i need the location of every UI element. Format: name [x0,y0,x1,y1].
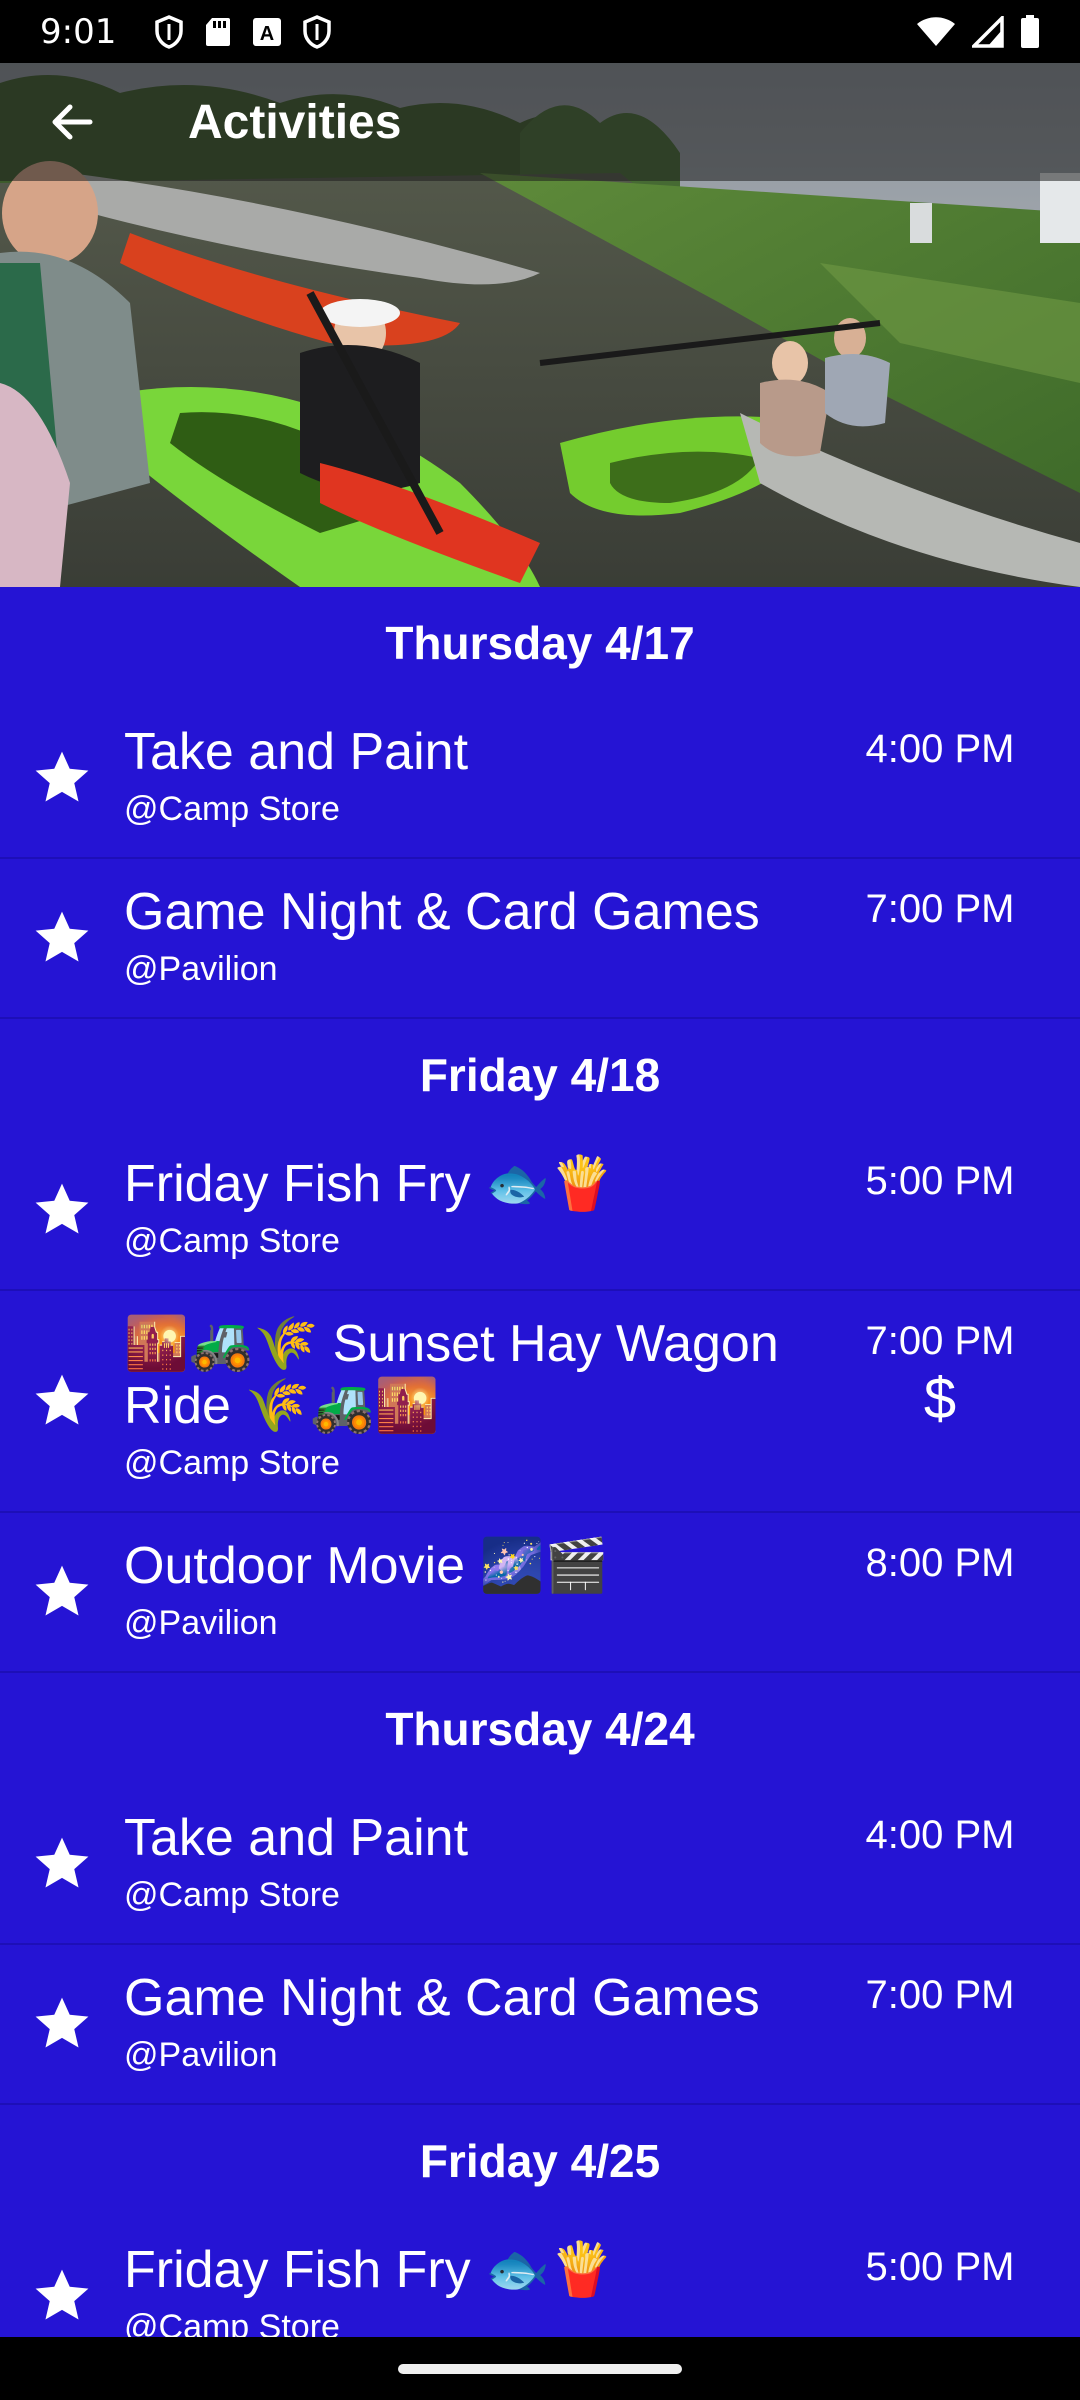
activity-location: @Camp Store [124,1444,340,1482]
activity-time-column: 4:00 PM [840,721,1080,833]
activity-location: @Camp Store [124,2308,340,2337]
status-time: 9:01 [40,11,117,52]
activity-info: 🌇🚜🌾 Sunset Hay Wagon Ride 🌾🚜🌇 @Camp Store [124,1313,840,1487]
activity-location: @Camp Store [124,790,340,828]
activity-location: @Camp Store [124,1222,340,1260]
day-header: Thursday 4/24 [385,1703,695,1755]
activity-time: 7:00 PM [865,887,1015,931]
activity-time-column: 8:00 PM [840,1535,1080,1647]
activity-info: Friday Fish Fry 🐟🍟 @Camp Store [124,2239,840,2337]
status-right [916,14,1040,49]
activity-info: Game Night & Card Games @Pavilion [124,881,840,993]
activity-row[interactable]: Friday Fish Fry 🐟🍟 @Camp Store 5:00 PM [0,1131,1080,1291]
star-icon [35,1565,89,1616]
activity-time-column: 4:00 PM [840,1807,1080,1919]
favorite-button[interactable] [0,881,124,993]
activity-info: Outdoor Movie 🌌🎬 @Pavilion [124,1535,840,1647]
activity-row[interactable]: Game Night & Card Games @Pavilion 7:00 PM [0,859,1080,1019]
shield-icon [302,14,332,49]
star-icon [35,751,89,802]
star-icon [35,1374,89,1425]
favorite-button[interactable] [0,1313,124,1487]
activity-time: 8:00 PM [865,1541,1015,1585]
favorite-button[interactable] [0,1967,124,2079]
activity-time-column: 5:00 PM [840,2239,1080,2337]
back-button[interactable] [36,86,108,158]
favorite-button[interactable] [0,1807,124,1919]
activity-row[interactable]: Take and Paint @Camp Store 4:00 PM [0,1785,1080,1945]
favorite-button[interactable] [0,2239,124,2337]
day-header: Thursday 4/17 [385,617,695,669]
activity-time: 7:00 PM [865,1319,1015,1363]
activity-location: @Pavilion [124,1604,278,1642]
activity-title: Friday Fish Fry 🐟🍟 [124,1155,615,1213]
activity-row[interactable]: Outdoor Movie 🌌🎬 @Pavilion 8:00 PM [0,1513,1080,1673]
app-bar: Activities [0,63,1080,181]
day-header: Friday 4/25 [419,2135,661,2187]
activity-time: 5:00 PM [865,2245,1015,2289]
shield-icon [154,14,184,49]
activity-row[interactable]: Take and Paint @Camp Store 4:00 PM [0,699,1080,859]
activity-title: Game Night & Card Games [124,1969,760,2027]
page-title: Activities [188,95,402,149]
activity-title: Take and Paint [124,1809,469,1867]
activity-time: 7:00 PM [865,1973,1015,2017]
status-left: 9:01 A [40,12,332,52]
activity-price: $ [923,1366,957,1431]
activity-title: Game Night & Card Games [124,883,760,941]
favorite-button[interactable] [0,1535,124,1647]
star-icon [35,911,89,962]
activity-info: Take and Paint @Camp Store [124,1807,840,1919]
favorite-button[interactable] [0,721,124,833]
activity-list[interactable]: Thursday 4/17 Take and Paint @Camp Store 4:… [0,587,1080,2337]
svg-text:A: A [260,23,274,45]
battery-icon [1020,14,1040,49]
star-icon [35,1997,89,2048]
activity-time-column: 5:00 PM [840,1153,1080,1265]
star-icon [35,1183,89,1234]
home-gesture-handle[interactable] [398,2364,682,2374]
star-icon [35,1837,89,1888]
sd-card-icon [204,16,232,48]
activity-title: Outdoor Movie 🌌🎬 [124,1537,609,1595]
activity-time: 4:00 PM [865,1813,1015,1857]
activity-title: Take and Paint [124,723,469,781]
star-icon [35,2269,89,2320]
status-bar: 9:01 A [0,0,1080,63]
hero-banner: Activities [0,63,1080,587]
activity-row[interactable]: Friday Fish Fry 🐟🍟 @Camp Store 5:00 PM [0,2217,1080,2337]
activity-time-column: 7:00 PM $ [840,1313,1080,1487]
activity-title: 🌇🚜🌾 Sunset Hay Wagon Ride 🌾🚜🌇 [124,1315,779,1435]
activity-time: 4:00 PM [865,727,1015,771]
arrow-back-icon [52,104,93,140]
favorite-button[interactable] [0,1153,124,1265]
a-badge-icon: A [252,17,282,47]
wifi-icon [916,16,956,48]
activity-row[interactable]: 🌇🚜🌾 Sunset Hay Wagon Ride 🌾🚜🌇 @Camp Store… [0,1291,1080,1513]
activity-info: Take and Paint @Camp Store [124,721,840,833]
activity-row[interactable]: Game Night & Card Games @Pavilion 7:00 PM [0,1945,1080,2105]
activity-time-column: 7:00 PM [840,1967,1080,2079]
activity-location: @Pavilion [124,2036,278,2074]
activity-location: @Pavilion [124,950,278,988]
activity-time: 5:00 PM [865,1159,1015,1203]
activity-title: Friday Fish Fry 🐟🍟 [124,2241,615,2299]
activity-info: Friday Fish Fry 🐟🍟 @Camp Store [124,1153,840,1265]
activity-info: Game Night & Card Games @Pavilion [124,1967,840,2079]
day-header: Friday 4/18 [419,1049,661,1101]
activity-location: @Camp Store [124,1876,340,1914]
cellular-signal-icon [972,15,1004,48]
activity-time-column: 7:00 PM [840,881,1080,993]
